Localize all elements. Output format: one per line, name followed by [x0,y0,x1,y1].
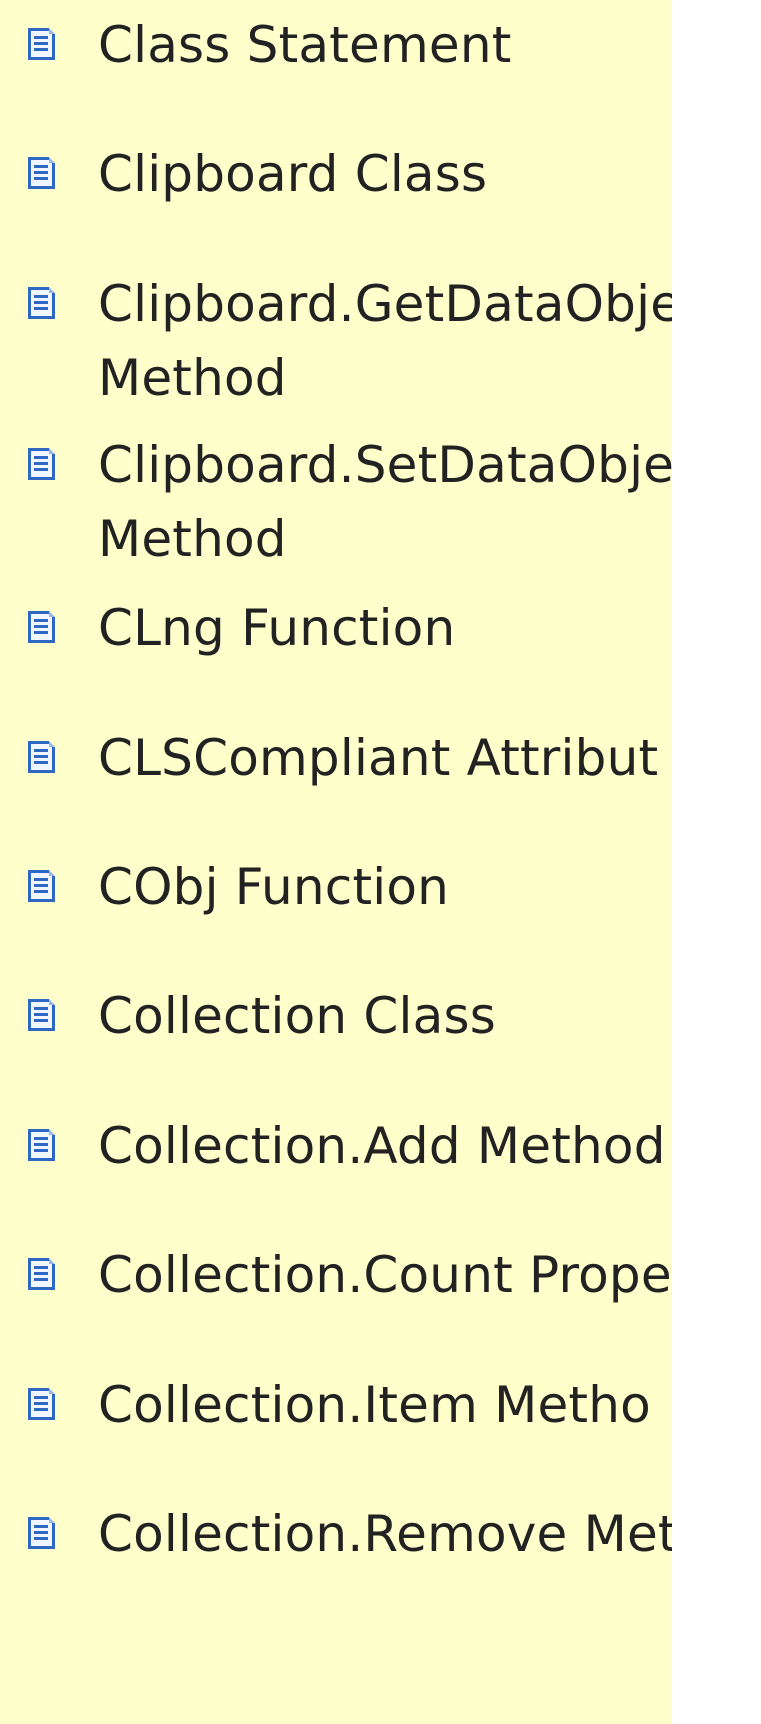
list-item-label: Collection.Item Metho [98,1376,651,1434]
document-icon [28,448,55,480]
document-icon [28,870,55,902]
document-icon [28,1258,55,1290]
list-item-label: CLSCompliant Attribut [98,729,659,787]
list-item-collection-class[interactable]: Collection Class [0,987,672,1117]
list-item-label: CLng Function [98,599,456,657]
list-item-label-line-2: Method [98,510,287,568]
list-item-clipboard-class[interactable]: Clipboard Class [0,145,672,275]
list-item-clscompliant-attribute[interactable]: CLSCompliant Attribut [0,729,672,859]
list-item-collection-remove-method[interactable]: Collection.Remove Met [0,1505,672,1635]
list-item-class-statement[interactable]: Class Statement [0,16,672,146]
list-item-label: Collection Class [98,987,496,1045]
list-item-collection-add-method[interactable]: Collection.Add Method [0,1117,672,1247]
help-index-panel: Class Statement Clipboard Class Clipboar… [0,0,672,1724]
list-item-collection-count-property[interactable]: Collection.Count Prope [0,1246,672,1376]
document-icon [28,157,55,189]
index-list: Class Statement Clipboard Class Clipboar… [0,0,672,1724]
list-item-clng-function[interactable]: CLng Function [0,599,672,729]
document-icon [28,1129,55,1161]
list-item-label: Clipboard Class [98,145,488,203]
list-item-cobj-function[interactable]: CObj Function [0,858,672,988]
list-item-collection-item-method[interactable]: Collection.Item Metho [0,1376,672,1506]
list-item-label: Collection.Add Method [98,1117,666,1175]
document-icon [28,999,55,1031]
document-icon [28,611,55,643]
list-item-label: Collection.Remove Met [98,1505,672,1563]
document-icon [28,28,55,60]
list-item-label: Collection.Count Prope [98,1246,672,1304]
list-item-label: CObj Function [98,858,450,916]
document-icon [28,741,55,773]
list-item-clipboard-setdataobject[interactable]: Clipboard.SetDataObje Method [0,436,672,596]
list-item-label: Class Statement [98,16,512,74]
list-item-label-line-2: Method [98,349,287,407]
document-icon [28,1388,55,1420]
document-icon [28,1517,55,1549]
list-item-label: Clipboard.GetDataObje [98,275,672,333]
list-item-clipboard-getdataobject[interactable]: Clipboard.GetDataObje Method [0,275,672,435]
document-icon [28,287,55,319]
list-item-label: Clipboard.SetDataObje [98,436,672,494]
